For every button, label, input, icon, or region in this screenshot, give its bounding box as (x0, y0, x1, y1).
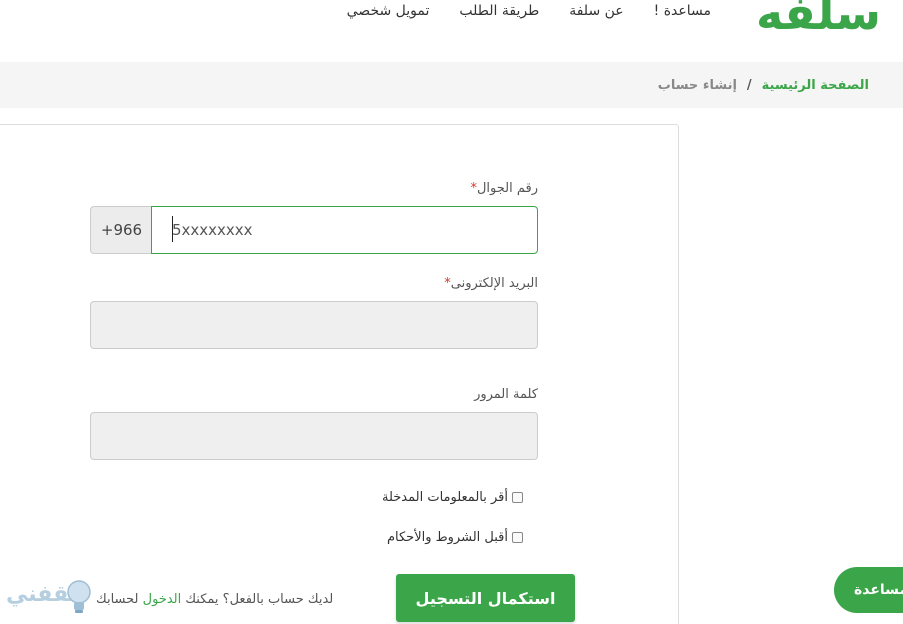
nav-how-to-apply[interactable]: طريقة الطلب (459, 3, 539, 19)
help-button[interactable]: مساعدة (834, 567, 903, 613)
password-input[interactable] (90, 412, 538, 460)
accept-terms-label: أقبل الشروط والأحكام (386, 530, 508, 545)
country-code-prefix: +966 (90, 206, 152, 254)
complete-registration-button[interactable]: استكمال التسجيل (396, 574, 575, 622)
lightbulb-icon (67, 580, 91, 613)
breadcrumb-current: إنشاء حساب (657, 78, 737, 93)
accept-terms-checkbox[interactable] (512, 532, 523, 543)
nav-help[interactable]: مساعدة ! (654, 3, 711, 19)
nav-personal-finance[interactable]: تمويل شخصي (347, 3, 430, 19)
breadcrumb-home[interactable]: الصفحة الرئيسية (762, 78, 869, 93)
confirm-info-label: أقر بالمعلومات المدخلة (382, 490, 508, 505)
accept-terms-row: أقبل الشروط والأحكام (387, 530, 523, 545)
register-form-card (0, 124, 679, 624)
phone-input[interactable] (151, 206, 538, 254)
breadcrumb: الصفحة الرئيسية / إنشاء حساب (658, 78, 869, 93)
main-nav: تمويل شخصي طريقة الطلب عن سلفة مساعدة ! (317, 3, 711, 19)
site-header: سلفه تمويل شخصي طريقة الطلب عن سلفة مساع… (0, 0, 903, 62)
confirm-info-checkbox[interactable] (512, 492, 523, 503)
nav-about[interactable]: عن سلفة (569, 3, 623, 19)
phone-field-group: +966 (90, 206, 538, 254)
login-link[interactable]: الدخول (143, 592, 182, 607)
text-cursor (172, 216, 173, 242)
watermark-logo: ثقفني (2, 574, 96, 622)
login-prompt: لديك حساب بالفعل؟ يمكنك الدخول لحسابك (96, 592, 334, 607)
breadcrumb-bar: الصفحة الرئيسية / إنشاء حساب (0, 62, 903, 108)
email-input[interactable] (90, 301, 538, 349)
breadcrumb-separator: / (746, 78, 752, 93)
phone-label: رقم الجوال* (470, 181, 538, 196)
brand-logo[interactable]: سلفه (756, 0, 881, 40)
email-label: البريد الإلكترونى* (444, 276, 538, 291)
password-label: كلمة المرور (474, 387, 538, 402)
confirm-info-row: أقر بالمعلومات المدخلة (382, 490, 523, 505)
